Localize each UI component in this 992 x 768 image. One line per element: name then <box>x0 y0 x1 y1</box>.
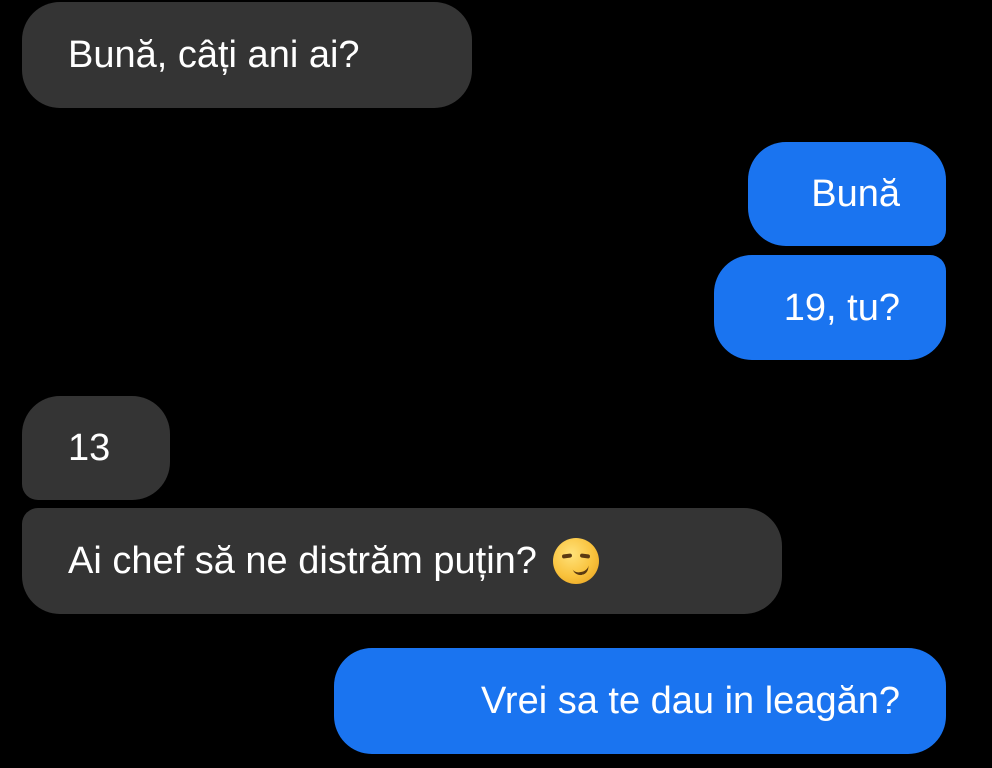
message-text: Bună, câți ani ai? <box>68 34 360 76</box>
message-bubble-incoming[interactable]: Bună, câți ani ai? <box>22 2 472 108</box>
message-bubble-outgoing[interactable]: Vrei sa te dau in leagăn? <box>334 648 946 754</box>
message-bubble-outgoing[interactable]: 19, tu? <box>714 255 946 360</box>
message-bubble-incoming[interactable]: 13 <box>22 396 170 500</box>
message-thread: Bună, câți ani ai? Bună 19, tu? 13 Ai ch… <box>0 0 992 768</box>
message-text: Ai chef să ne distrăm puțin? <box>68 540 537 582</box>
message-text: 13 <box>68 427 111 469</box>
message-bubble-outgoing[interactable]: Bună <box>748 142 946 246</box>
message-text: Bună <box>811 173 900 215</box>
smirking-face-icon <box>552 538 599 584</box>
message-text: 19, tu? <box>783 286 900 329</box>
message-bubble-incoming[interactable]: Ai chef să ne distrăm puțin? <box>22 508 782 614</box>
message-text: Vrei sa te dau in leagăn? <box>480 680 900 722</box>
